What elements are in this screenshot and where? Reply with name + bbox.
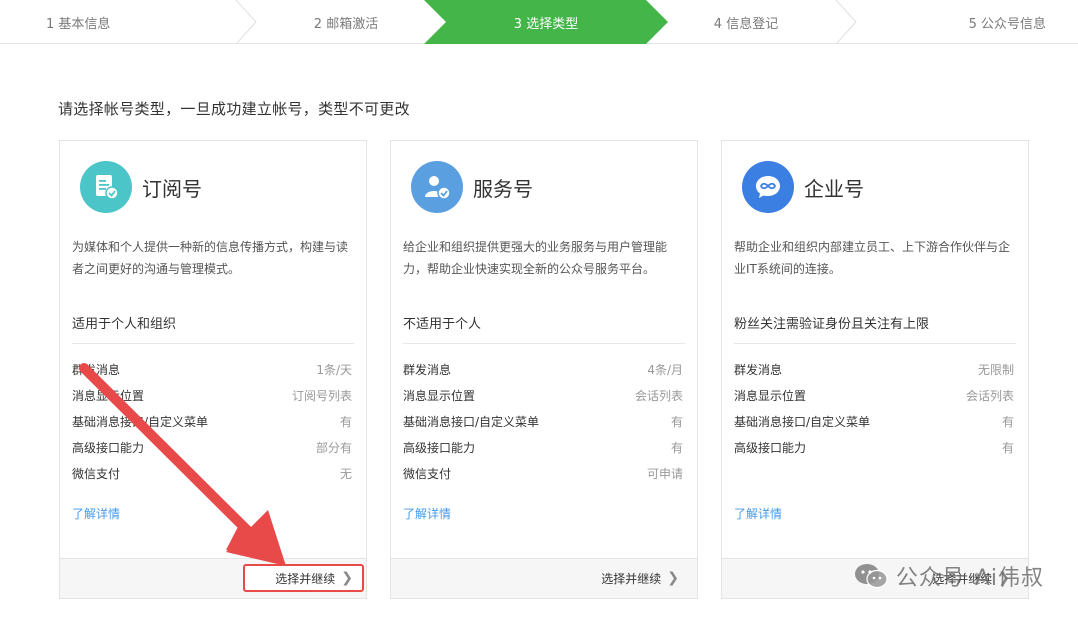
- feature-row: 高级接口能力 有: [403, 439, 683, 465]
- learn-more-link[interactable]: 了解详情: [403, 505, 451, 522]
- infinity-chat-icon: [742, 161, 794, 213]
- card-divider: [403, 343, 685, 344]
- select-and-continue-button[interactable]: 选择并继续 ❯: [243, 564, 364, 592]
- feature-row: 消息显示位置 会话列表: [734, 387, 1014, 413]
- feature-name: 群发消息: [72, 363, 121, 377]
- card-divider: [734, 343, 1016, 344]
- step-label: 5 公众号信息: [968, 16, 1046, 32]
- feature-row: 高级接口能力 部分有: [72, 439, 352, 465]
- card-divider: [72, 343, 354, 344]
- instruction-text: 请选择帐号类型，一旦成功建立帐号，类型不可更改: [58, 100, 410, 118]
- learn-more-link[interactable]: 了解详情: [734, 505, 782, 522]
- wechat-logo-icon: [854, 564, 888, 589]
- card-description: 给企业和组织提供更强大的业务服务与用户管理能力，帮助企业快速实现全新的公众号服务…: [403, 240, 668, 276]
- feature-name: 高级接口能力: [403, 441, 476, 455]
- step-label: 1 基本信息: [46, 16, 111, 32]
- feature-name: 高级接口能力: [72, 441, 145, 455]
- continue-label: 选择并继续: [275, 571, 336, 586]
- chevron-right-icon: ❯: [667, 570, 679, 586]
- feature-name: 消息显示位置: [734, 389, 807, 403]
- feature-name: 群发消息: [734, 363, 783, 377]
- step-account-info: 5 公众号信息: [846, 0, 1078, 44]
- card-suitability: 适用于个人和组织: [72, 317, 177, 332]
- document-check-icon: [80, 161, 132, 213]
- feature-list: 群发消息 4条/月 消息显示位置 会话列表 基础消息接口/自定义菜单有 高级接口能力…: [403, 361, 683, 491]
- feature-row: 群发消息 无限制: [734, 361, 1014, 387]
- feature-name: 微信支付: [403, 467, 452, 481]
- step-basic-info: 1 基本信息: [0, 0, 257, 44]
- progress-stepper: 1 基本信息 2 邮箱激活 3 选择类型 4 信息登记 5 公众号信息: [0, 0, 1078, 44]
- feature-row: 群发消息 4条/月: [403, 361, 683, 387]
- card-footer: 选择并继续 ❯: [60, 558, 366, 598]
- feature-value: 有: [670, 441, 683, 455]
- step-notch: [424, 0, 446, 44]
- step-choose-type: 3 选择类型: [446, 0, 668, 44]
- continue-label: 选择并继续: [601, 571, 662, 586]
- feature-name: 基础消息接口/自定义菜单: [72, 415, 209, 429]
- feature-name: 微信支付: [72, 467, 121, 481]
- feature-row: 群发消息 1条/天: [72, 361, 352, 387]
- account-type-card-subscription: 订阅号 为媒体和个人提供一种新的信息传播方式，构建与读者之间更好的沟通与管理模式…: [59, 140, 367, 599]
- feature-name: 基础消息接口/自定义菜单: [734, 415, 871, 429]
- feature-name: 消息显示位置: [72, 389, 145, 403]
- feature-value: 4条/月: [647, 363, 683, 377]
- feature-value: 1条/天: [316, 363, 352, 377]
- feature-value: 有: [339, 415, 352, 429]
- account-type-card-enterprise: 企业号 帮助企业和组织内部建立员工、上下游合作伙伴与企业IT系统间的连接。 粉丝…: [721, 140, 1029, 599]
- card-footer: 选择并继续 ❯: [391, 558, 697, 598]
- learn-more-link[interactable]: 了解详情: [72, 505, 120, 522]
- card-title: 服务号: [473, 176, 533, 201]
- select-and-continue-button[interactable]: 选择并继续 ❯: [593, 567, 687, 589]
- card-title: 企业号: [804, 176, 864, 201]
- person-check-icon: [411, 161, 463, 213]
- feature-row: 高级接口能力 有: [734, 439, 1014, 465]
- step-email-activation: 2 邮箱激活: [246, 0, 446, 44]
- card-description: 为媒体和个人提供一种新的信息传播方式，构建与读者之间更好的沟通与管理模式。: [72, 240, 349, 276]
- feature-name: 群发消息: [403, 363, 452, 377]
- feature-row: 基础消息接口/自定义菜单 有: [72, 413, 352, 439]
- step-label: 3 选择类型: [513, 16, 579, 32]
- step-label: 2 邮箱激活: [313, 16, 379, 32]
- step-separator: [835, 0, 857, 44]
- chevron-right-icon: ❯: [341, 570, 353, 586]
- feature-value: 可申请: [646, 467, 683, 481]
- feature-value: 会话列表: [634, 389, 683, 403]
- card-header: 企业号: [742, 159, 864, 215]
- watermark-name: Ai伟叔: [974, 566, 1044, 591]
- card-suitability: 不适用于个人: [403, 317, 482, 332]
- feature-value: 订阅号列表: [291, 389, 352, 403]
- feature-value: 有: [1001, 415, 1014, 429]
- feature-row: 微信支付 可申请: [403, 465, 683, 491]
- feature-value: 部分有: [315, 441, 352, 455]
- feature-row: 微信支付 无: [72, 465, 352, 491]
- card-header: 订阅号: [80, 159, 202, 215]
- feature-name: 消息显示位置: [403, 389, 476, 403]
- feature-list: 群发消息 1条/天 消息显示位置 订阅号列表 基础消息接口/自定义菜单 有 高级接口能…: [72, 361, 352, 491]
- feature-row: 消息显示位置 会话列表: [403, 387, 683, 413]
- watermark: 公众号 Ai伟叔: [854, 560, 1044, 592]
- feature-value: 有: [670, 415, 683, 429]
- feature-value: 会话列表: [965, 389, 1014, 403]
- step-separator: [235, 0, 257, 44]
- feature-name: 高级接口能力: [734, 441, 807, 455]
- feature-name: 基础消息接口/自定义菜单: [403, 415, 540, 429]
- feature-value: 有: [1001, 441, 1014, 455]
- card-suitability: 粉丝关注需验证身份且关注有上限: [734, 317, 930, 332]
- feature-row: 基础消息接口/自定义菜单 有: [734, 413, 1014, 439]
- card-header: 服务号: [411, 159, 533, 215]
- watermark-brand: 公众号: [895, 566, 965, 591]
- step-info-registration: 4 信息登记: [646, 0, 857, 44]
- account-type-card-service: 服务号 给企业和组织提供更强大的业务服务与用户管理能力，帮助企业快速实现全新的公…: [390, 140, 698, 599]
- card-description: 帮助企业和组织内部建立员工、上下游合作伙伴与企业IT系统间的连接。: [734, 240, 1011, 276]
- feature-row: 消息显示位置 订阅号列表: [72, 387, 352, 413]
- feature-list: 群发消息 无限制 消息显示位置 会话列表 基础消息接口/自定义菜单有 高级接口能力有: [734, 361, 1014, 465]
- card-title: 订阅号: [142, 176, 202, 201]
- feature-row: 基础消息接口/自定义菜单 有: [403, 413, 683, 439]
- step-label: 4 信息登记: [713, 16, 779, 32]
- feature-value: 无限制: [977, 363, 1014, 377]
- step-active-arrow: [646, 0, 668, 44]
- feature-value: 无: [339, 467, 352, 481]
